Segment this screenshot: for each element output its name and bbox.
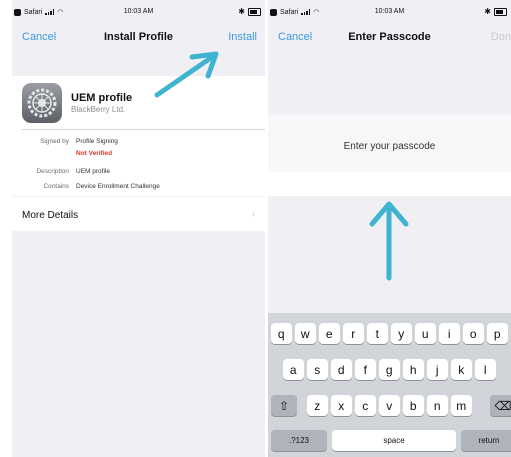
done-button[interactable]: Done bbox=[491, 31, 511, 43]
status-bar: Safari ◠ 10:03 AM ✱ bbox=[12, 0, 265, 20]
key-n[interactable]: n bbox=[427, 395, 448, 416]
key-d[interactable]: d bbox=[331, 359, 352, 380]
profile-name: UEM profile bbox=[71, 92, 133, 104]
key-q[interactable]: q bbox=[271, 323, 292, 344]
install-button[interactable]: Install bbox=[228, 31, 257, 43]
status-bar: Safari ◠ 10:03 AM ✱ bbox=[268, 0, 511, 20]
bluetooth-icon: ✱ bbox=[484, 7, 491, 16]
more-details-row[interactable]: More Details › bbox=[12, 197, 265, 231]
enter-passcode-screen: Safari ◠ 10:03 AM ✱ Cancel Enter Passcod… bbox=[268, 0, 511, 457]
key-b[interactable]: b bbox=[403, 395, 424, 416]
key-s[interactable]: s bbox=[307, 359, 328, 380]
key-m[interactable]: m bbox=[451, 395, 472, 416]
backspace-key[interactable]: ⌫ bbox=[490, 395, 511, 416]
status-time: 10:03 AM bbox=[123, 8, 154, 15]
description-value: UEM profile bbox=[76, 168, 110, 175]
on-screen-keyboard: qwertyuiop asdfghjkl zxcvbnm ⇧ ⌫ .?123 s… bbox=[268, 313, 511, 457]
navigation-bar: Cancel Enter Passcode Done bbox=[268, 22, 511, 52]
more-details-label: More Details bbox=[22, 210, 79, 221]
passcode-prompt: Enter your passcode bbox=[343, 141, 436, 152]
verification-status: Not Verified bbox=[76, 150, 113, 157]
contains-label: Contains bbox=[43, 183, 69, 190]
description-label: Description bbox=[36, 168, 69, 175]
key-l[interactable]: l bbox=[475, 359, 496, 380]
passcode-input[interactable] bbox=[268, 172, 511, 196]
key-k[interactable]: k bbox=[451, 359, 472, 380]
navigation-bar: Cancel Install Profile Install bbox=[12, 22, 265, 52]
signed-by-value: Profile Signing bbox=[76, 138, 118, 145]
numbers-key[interactable]: .?123 bbox=[271, 430, 327, 451]
key-t[interactable]: t bbox=[367, 323, 388, 344]
key-u[interactable]: u bbox=[415, 323, 436, 344]
key-i[interactable]: i bbox=[439, 323, 460, 344]
shift-key[interactable]: ⇧ bbox=[271, 395, 297, 416]
key-e[interactable]: e bbox=[319, 323, 340, 344]
key-w[interactable]: w bbox=[295, 323, 316, 344]
key-a[interactable]: a bbox=[283, 359, 304, 380]
key-g[interactable]: g bbox=[379, 359, 400, 380]
key-c[interactable]: c bbox=[355, 395, 376, 416]
profile-organization: BlackBerry Ltd. bbox=[71, 105, 126, 114]
status-time: 10:03 AM bbox=[374, 8, 405, 15]
chevron-right-icon: › bbox=[251, 209, 255, 220]
key-p[interactable]: p bbox=[487, 323, 508, 344]
settings-gear-icon bbox=[22, 83, 62, 123]
passcode-prompt-area: Enter your passcode bbox=[268, 114, 511, 172]
key-f[interactable]: f bbox=[355, 359, 376, 380]
page-title: Enter Passcode bbox=[348, 31, 431, 43]
install-profile-screen: Safari ◠ 10:03 AM ✱ Cancel Install Profi… bbox=[12, 0, 265, 457]
signed-by-label: Signed by bbox=[40, 138, 69, 145]
bluetooth-icon: ✱ bbox=[238, 7, 245, 16]
battery-icon bbox=[248, 7, 261, 16]
key-v[interactable]: v bbox=[379, 395, 400, 416]
contains-value: Device Enrollment Challenge bbox=[76, 183, 160, 190]
key-h[interactable]: h bbox=[403, 359, 424, 380]
page-title: Install Profile bbox=[103, 31, 174, 43]
profile-card: UEM profile BlackBerry Ltd. Signed by Pr… bbox=[12, 76, 265, 196]
key-x[interactable]: x bbox=[331, 395, 352, 416]
key-r[interactable]: r bbox=[343, 323, 364, 344]
key-o[interactable]: o bbox=[463, 323, 484, 344]
return-key[interactable]: return bbox=[461, 430, 511, 451]
divider bbox=[22, 129, 265, 130]
key-z[interactable]: z bbox=[307, 395, 328, 416]
space-key[interactable]: space bbox=[332, 430, 456, 451]
key-y[interactable]: y bbox=[391, 323, 412, 344]
key-j[interactable]: j bbox=[427, 359, 448, 380]
battery-icon bbox=[494, 7, 507, 16]
